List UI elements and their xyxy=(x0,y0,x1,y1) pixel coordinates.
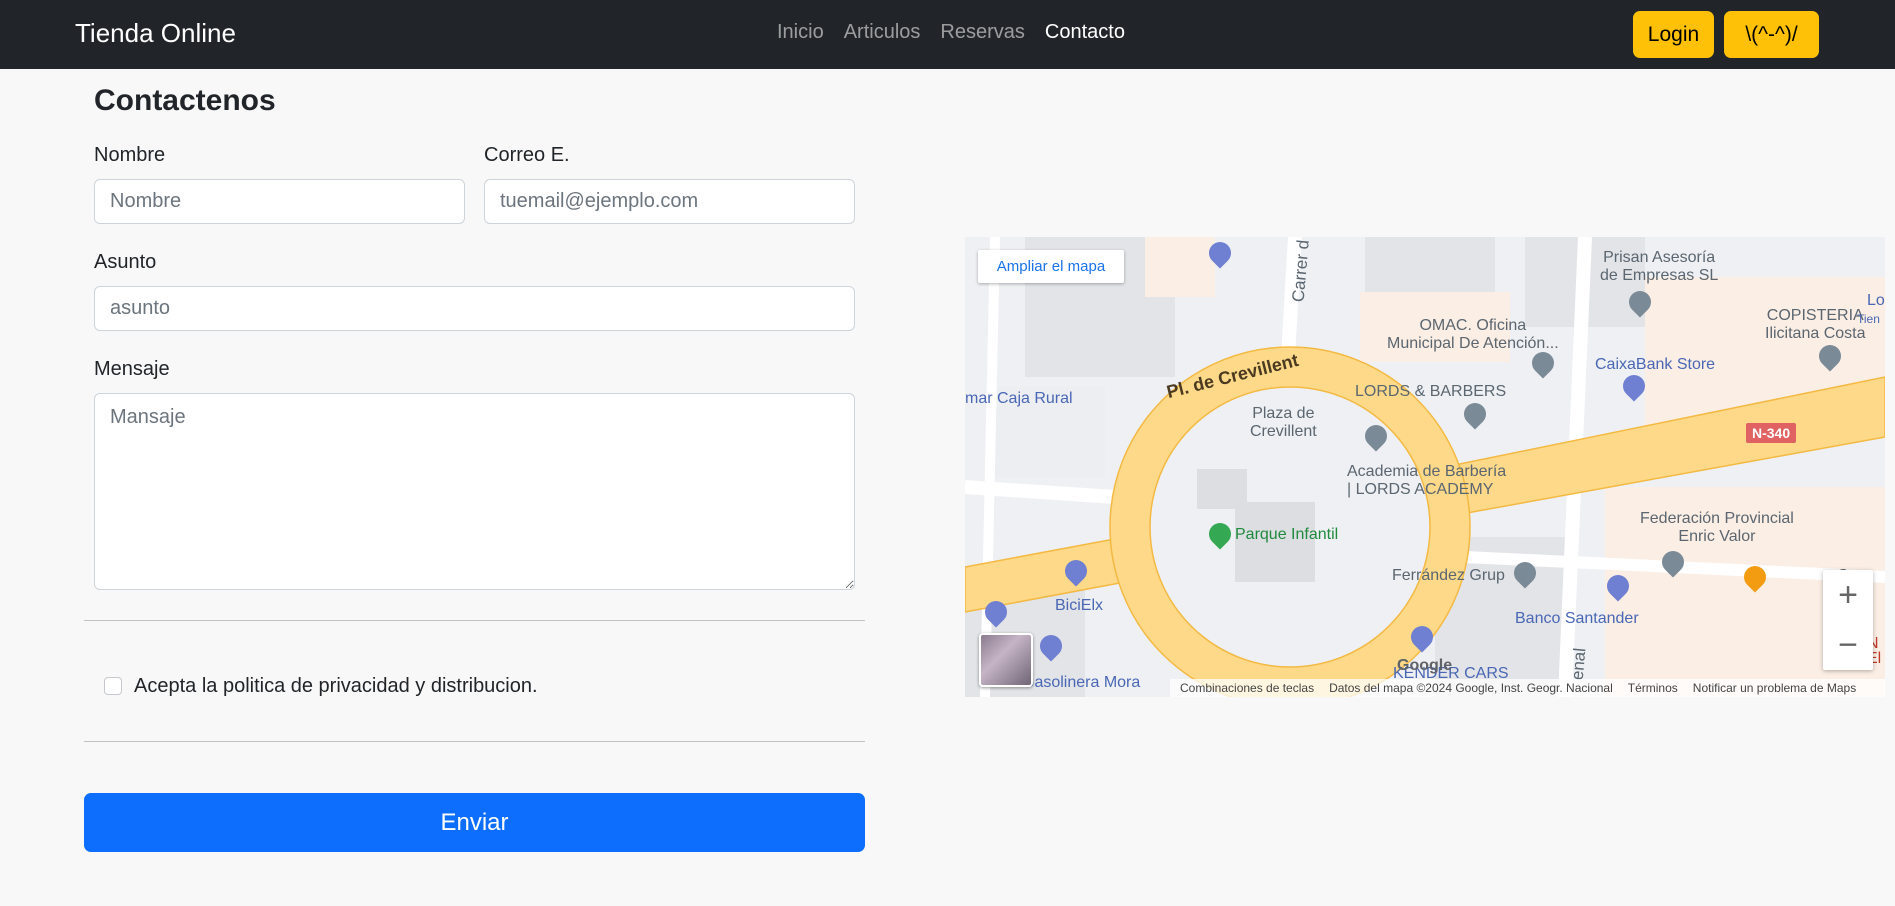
nav-link-inicio[interactable]: Inicio xyxy=(777,21,824,44)
zoom-in-button[interactable]: + xyxy=(1823,570,1873,620)
map-label-plaza: Plaza de Crevillent xyxy=(1250,405,1317,440)
map-data-attribution: Datos del mapa ©2024 Google, Inst. Geogr… xyxy=(1329,681,1613,695)
map-label-banco: Banco Santander xyxy=(1515,610,1639,627)
nav-links: Inicio Articulos Reservas Contacto xyxy=(777,21,1125,44)
message-label: Mensaje xyxy=(94,358,170,380)
map-label-street-2: enal xyxy=(1567,647,1590,681)
map-label-bicielx: BiciElx xyxy=(1055,597,1104,614)
submit-button[interactable]: Enviar xyxy=(84,793,865,852)
login-button[interactable]: Login xyxy=(1633,11,1714,58)
google-logo: Google xyxy=(1397,657,1453,674)
map-label-copisteria: COPISTERIA Ilicitana Costa xyxy=(1765,307,1866,342)
privacy-label[interactable]: Acepta la politica de privacidad y distr… xyxy=(134,675,538,698)
street-view-thumbnail[interactable] xyxy=(979,633,1033,687)
brand-logo[interactable]: Tienda Online xyxy=(75,18,236,49)
map-label-federacion: Federación Provincial Enric Valor xyxy=(1640,510,1794,545)
name-label: Nombre xyxy=(94,144,166,166)
map-label-edge-lo: Lo xyxy=(1867,292,1885,309)
map-label-gasolinera: Gasolinera Mora xyxy=(1022,674,1141,691)
map-label-edge-tien: Tien xyxy=(1857,312,1880,326)
nav-link-reservas[interactable]: Reservas xyxy=(940,21,1024,44)
nav-link-contacto[interactable]: Contacto xyxy=(1045,21,1125,44)
map-label-lords-barbers: LORDS & BARBERS xyxy=(1355,383,1507,400)
email-input[interactable] xyxy=(484,179,855,224)
message-textarea[interactable] xyxy=(94,393,855,590)
zoom-controls: + − xyxy=(1823,570,1873,670)
map-label-ferrandez: Ferrández Grup xyxy=(1392,567,1505,584)
name-input[interactable] xyxy=(94,179,465,224)
navbar: Tienda Online Inicio Articulos Reservas … xyxy=(0,0,1895,69)
map-label-omac: OMAC. Oficina Municipal De Atención... xyxy=(1387,317,1559,352)
map-embed[interactable]: Ampliar el mapa N-340 Pl. de Crevillent … xyxy=(965,237,1885,697)
map-label-caixabank: CaixaBank Store xyxy=(1595,356,1716,373)
map-label-academia: Academia de Barbería | LORDS ACADEMY xyxy=(1347,463,1507,498)
nav-link-articulos[interactable]: Articulos xyxy=(844,21,921,44)
terms-link[interactable]: Términos xyxy=(1628,681,1678,695)
map-label-parque: Parque Infantil xyxy=(1235,526,1339,543)
page-title: Contactenos xyxy=(94,84,276,117)
divider-bottom xyxy=(84,741,865,742)
zoom-out-button[interactable]: − xyxy=(1823,620,1873,670)
report-problem-link[interactable]: Notificar un problema de Maps xyxy=(1693,681,1856,695)
keyboard-shortcuts-link[interactable]: Combinaciones de teclas xyxy=(1180,681,1314,695)
privacy-checkbox[interactable] xyxy=(104,677,122,695)
map-label-prisan: Prisan Asesoría de Empresas SL xyxy=(1600,249,1719,284)
map-footer: Combinaciones de teclas Datos del mapa ©… xyxy=(1170,679,1885,697)
email-label: Correo E. xyxy=(484,144,570,166)
divider-top xyxy=(84,620,865,621)
user-menu-button[interactable]: \(^-^)/ xyxy=(1724,11,1819,58)
road-badge-n340: N-340 xyxy=(1746,423,1797,443)
expand-map-button[interactable]: Ampliar el mapa xyxy=(978,250,1124,283)
subject-input[interactable] xyxy=(94,286,855,331)
subject-label: Asunto xyxy=(94,251,157,273)
map-label-caja-rural: mar Caja Rural xyxy=(965,390,1073,407)
